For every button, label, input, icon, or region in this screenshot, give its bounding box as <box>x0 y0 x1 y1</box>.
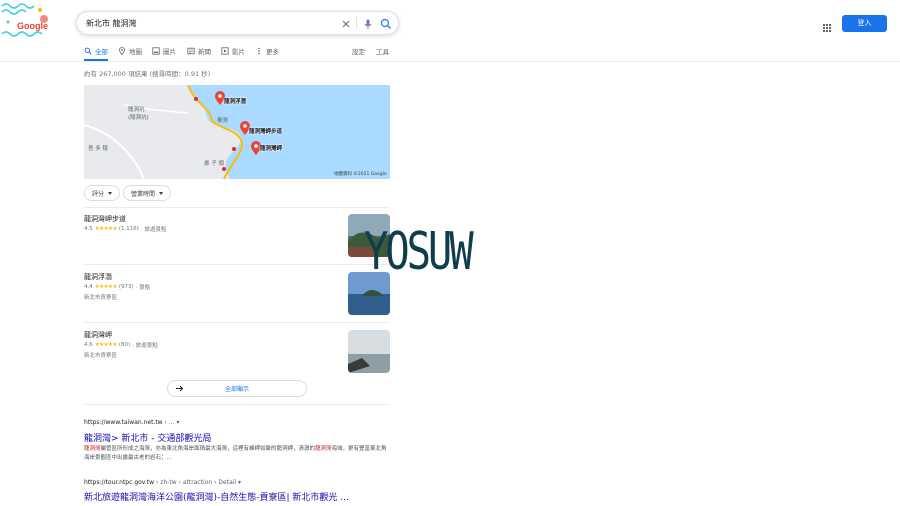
rating-filter-chip[interactable]: 評分 <box>84 185 121 201</box>
hours-filter-chip[interactable]: 營業時間 <box>123 185 172 201</box>
place-name[interactable]: 龍洞浮潛 <box>84 272 112 282</box>
map-pin-label[interactable]: 龍洞灣岬步道 <box>249 127 282 135</box>
chevron-down-icon <box>108 191 113 195</box>
sign-in-button[interactable]: 登入 <box>842 15 887 32</box>
search-box[interactable] <box>76 11 399 35</box>
svg-text:Google: Google <box>17 21 48 31</box>
place-rating: 4.6 ★★★★★ (80) · 旅遊景點 <box>84 342 158 349</box>
result-title-link[interactable]: 龍洞灣> 新北市 - 交通部觀光局 <box>84 431 211 444</box>
microphone-icon[interactable] <box>361 16 375 30</box>
result-url[interactable]: https://www.taiwan.net.tw › ... ▾ <box>84 419 179 426</box>
tab-maps[interactable]: 地圖 <box>118 46 142 56</box>
map-copyright: 地圖資料 ©2021 Google <box>334 172 387 177</box>
tab-images[interactable]: 圖片 <box>152 46 176 56</box>
tab-videos[interactable]: 影片 <box>221 46 245 56</box>
result-title-link[interactable]: 新北旅遊龍洞灣海洋公園(龍洞灣)-自然生態-貢寮區| 新北市觀光 ... <box>84 490 349 503</box>
star-rating-icon: ★★★★★ <box>94 226 118 232</box>
result-stats: 約有 267,000 項結果 (搜尋時間：0.91 秒) <box>84 70 211 78</box>
settings-link[interactable]: 設定 <box>352 46 365 56</box>
chevron-down-icon: ▾ <box>238 479 242 486</box>
tools-link[interactable]: 工具 <box>376 46 389 56</box>
map-area-label: 吾 多 稜 <box>88 146 108 152</box>
divider <box>356 17 357 29</box>
result-url[interactable]: https://tour.ntpc.gov.tw › zh-tw › attra… <box>84 479 241 486</box>
chevron-down-icon <box>159 191 164 195</box>
divider <box>84 207 390 208</box>
clear-icon[interactable] <box>339 16 353 30</box>
video-icon <box>221 47 229 55</box>
divider <box>84 404 390 405</box>
place-name[interactable]: 龍洞灣岬 <box>84 330 112 340</box>
watermark: YOSUW <box>364 222 474 282</box>
place-address: 新北市貢寮區 <box>84 295 118 301</box>
place-rating: 4.5 ★★★★★ (1,116) · 旅遊景點 <box>84 226 167 233</box>
search-icon <box>84 47 92 55</box>
tab-more[interactable]: 更多 <box>255 46 279 56</box>
map-area-label: 臺灣 <box>217 118 229 124</box>
map-area-label: 鼻 子 頭 <box>204 161 224 167</box>
map-pin-icon <box>119 47 125 55</box>
divider <box>84 264 390 265</box>
chevron-down-icon: ▾ <box>176 419 180 426</box>
place-address: 新北市貢寮區 <box>84 353 118 359</box>
show-all-places-button[interactable]: 全部顯示 <box>167 380 307 397</box>
place-thumbnail[interactable] <box>348 330 390 373</box>
search-icon[interactable] <box>379 16 393 30</box>
google-doodle-logo[interactable]: Google <box>0 0 70 40</box>
divider <box>84 322 390 323</box>
place-name[interactable]: 龍洞灣岬步道 <box>84 214 126 224</box>
map-area-label: (陽洞坑) <box>128 115 149 121</box>
tab-news[interactable]: 新聞 <box>187 46 211 56</box>
map-pin-label[interactable]: 龍洞浮潛 <box>224 97 246 105</box>
place-rating: 4.4 ★★★★★ (973) · 景點 <box>84 284 151 291</box>
arrow-right-icon <box>175 384 184 393</box>
map-pin-label[interactable]: 龍洞灣岬 <box>260 144 282 152</box>
result-snippet: 龍洞灣屬管區所形成之海灣，亦為東北角海岸面積最大海灣，這裡有峰岬如聚的龍洞岬，清… <box>84 446 387 461</box>
image-icon <box>152 47 160 55</box>
more-icon <box>258 47 260 55</box>
tab-all[interactable]: 全部 <box>84 46 108 56</box>
star-rating-icon: ★★★★★ <box>94 342 118 348</box>
header-divider <box>0 61 900 62</box>
map-area-label: 龍洞坑 <box>128 107 145 113</box>
apps-grid-icon[interactable] <box>822 18 832 32</box>
news-icon <box>187 47 195 55</box>
search-input[interactable] <box>86 15 326 31</box>
local-results-map[interactable]: 龍洞坑 (陽洞坑) 臺灣 吾 多 稜 鼻 子 頭 龍洞浮潛 龍洞灣岬步道 龍洞灣… <box>84 85 390 179</box>
star-rating-icon: ★★★★★ <box>94 284 118 290</box>
